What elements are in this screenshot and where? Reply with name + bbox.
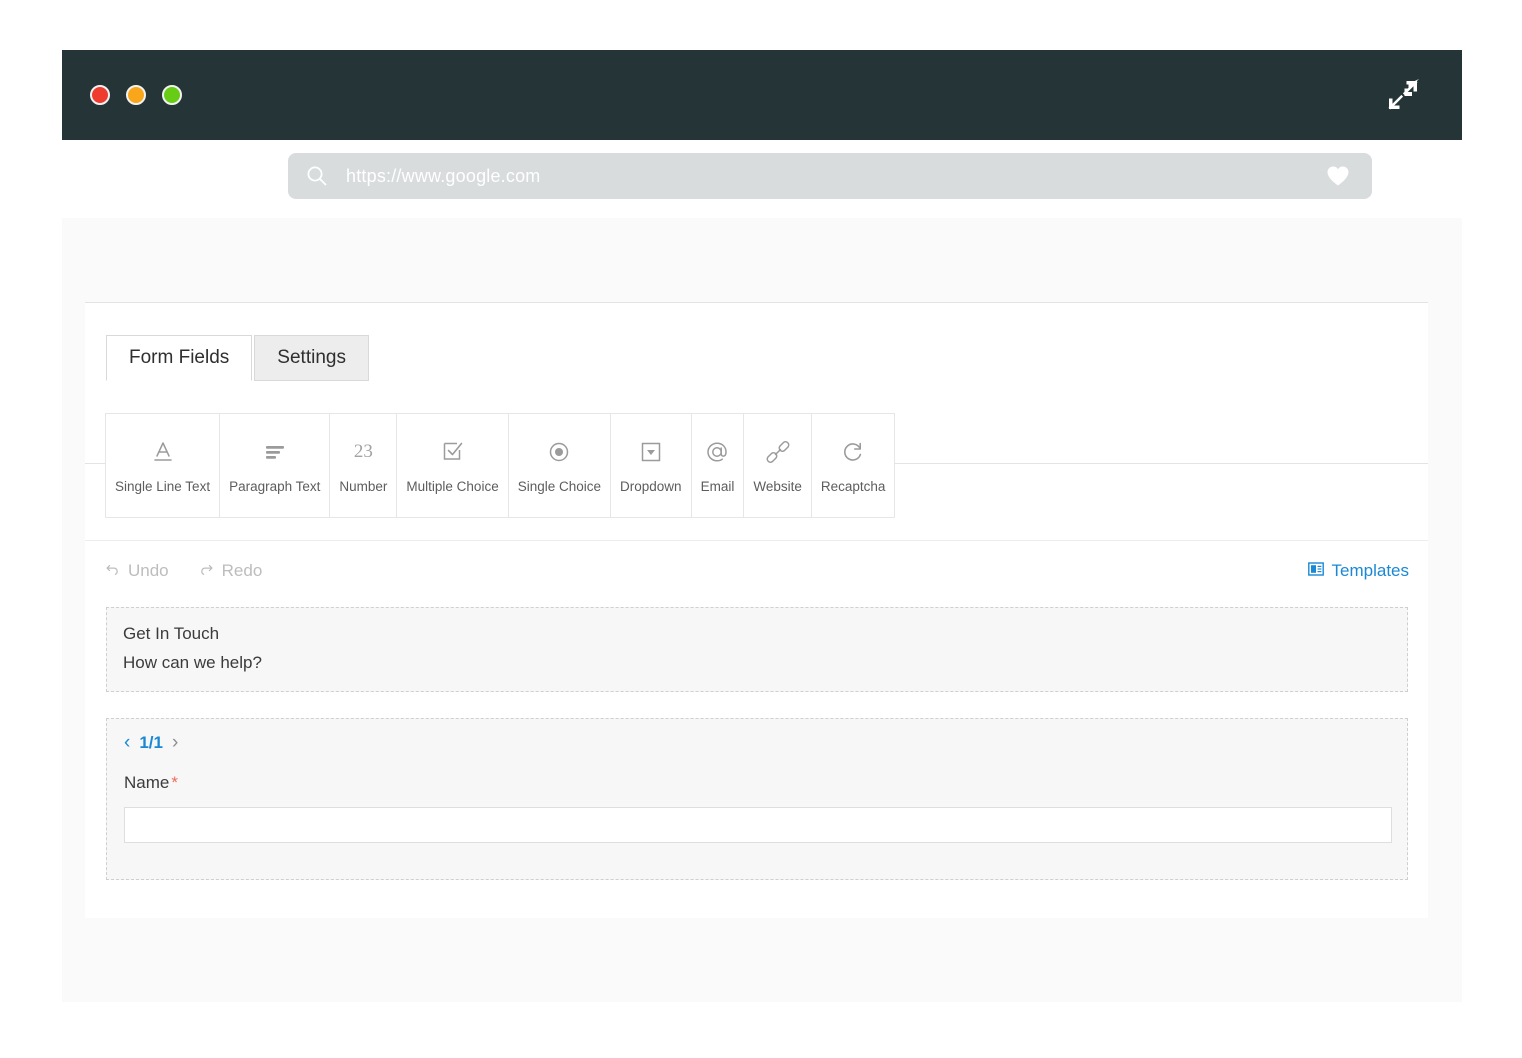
field-label-text: Name [124, 773, 170, 792]
templates-button[interactable]: Templates [1307, 561, 1409, 581]
maximize-window-button[interactable] [162, 85, 182, 105]
field-type-multiple-choice[interactable]: Multiple Choice [397, 414, 509, 517]
field-type-label: Single Choice [517, 479, 602, 494]
chevron-right-icon[interactable]: › [172, 733, 178, 752]
field-type-single-choice[interactable]: Single Choice [508, 414, 612, 517]
field-type-label: Dropdown [620, 479, 682, 494]
field-type-label: Recaptcha [820, 479, 886, 494]
browser-toolbar: https://www.google.com [62, 140, 1462, 218]
close-window-button[interactable] [90, 85, 110, 105]
paragraph-lines-icon [262, 437, 288, 467]
templates-panel-icon [1307, 561, 1324, 581]
form-builder-card: Form Fields Settings Single Line Text Pa… [85, 302, 1428, 918]
undo-redo-group: Undo Redo [105, 561, 262, 581]
tab-settings[interactable]: Settings [254, 335, 369, 381]
field-type-label: Paragraph Text [229, 479, 321, 494]
field-type-email[interactable]: Email [691, 414, 745, 517]
at-sign-icon [704, 437, 730, 467]
browser-titlebar [62, 50, 1462, 140]
number-glyph: 23 [353, 441, 373, 462]
search-icon [306, 165, 328, 187]
expand-arrows-icon[interactable] [1386, 78, 1420, 112]
chevron-left-icon[interactable]: ‹ [124, 733, 130, 752]
field-type-label: Single Line Text [115, 479, 211, 494]
name-input[interactable] [124, 807, 1392, 843]
redo-arrow-icon [199, 561, 214, 581]
number-23-icon: 23 [354, 437, 373, 467]
page-background: Form Fields Settings Single Line Text Pa… [62, 218, 1462, 1002]
radio-button-icon [546, 437, 572, 467]
form-title: Get In Touch [123, 624, 220, 643]
field-type-recaptcha[interactable]: Recaptcha [811, 414, 895, 517]
field-type-toolbar: Single Line Text Paragraph Text 23 Numbe… [105, 413, 896, 518]
action-row: Undo Redo Templates [85, 561, 1428, 601]
field-label-name: Name * [124, 773, 178, 793]
templates-label: Templates [1331, 561, 1409, 580]
field-type-single-line-text[interactable]: Single Line Text [106, 414, 221, 517]
field-type-label: Website [753, 479, 802, 494]
minimize-window-button[interactable] [126, 85, 146, 105]
field-type-label: Email [700, 479, 735, 494]
link-chain-icon [765, 437, 791, 467]
undo-label: Undo [128, 561, 169, 580]
field-type-number[interactable]: 23 Number [330, 414, 398, 517]
tab-form-fields[interactable]: Form Fields [106, 335, 253, 381]
dropdown-caret-box-icon [638, 437, 664, 467]
field-type-paragraph-text[interactable]: Paragraph Text [220, 414, 331, 517]
undo-button[interactable]: Undo [105, 561, 169, 581]
redo-button[interactable]: Redo [199, 561, 263, 581]
field-type-website[interactable]: Website [744, 414, 812, 517]
form-fields-block[interactable]: ‹ 1/1 › Name * [106, 718, 1408, 880]
form-header-block[interactable]: Get In Touch How can we help? [106, 607, 1408, 692]
tab-form-fields-label: Form Fields [129, 347, 230, 368]
tab-bar: Form Fields Settings [106, 335, 369, 381]
heart-icon[interactable] [1326, 165, 1350, 187]
checkbox-checked-icon [440, 437, 466, 467]
page-navigator: ‹ 1/1 › [124, 733, 178, 752]
undo-arrow-icon [105, 561, 120, 581]
form-subtitle: How can we help? [123, 653, 262, 672]
field-type-label: Multiple Choice [406, 479, 499, 494]
field-type-label: Number [339, 479, 388, 494]
tab-settings-label: Settings [277, 347, 346, 368]
refresh-circle-icon [840, 437, 866, 467]
required-marker: * [171, 773, 178, 792]
address-bar-text[interactable]: https://www.google.com [346, 166, 541, 187]
redo-label: Redo [221, 561, 263, 580]
text-underline-a-icon [150, 437, 176, 467]
toolbar-divider [85, 540, 1428, 541]
address-bar[interactable]: https://www.google.com [288, 153, 1372, 199]
field-type-dropdown[interactable]: Dropdown [611, 414, 692, 517]
window-controls [90, 85, 182, 105]
page-counter: 1/1 [139, 733, 163, 752]
